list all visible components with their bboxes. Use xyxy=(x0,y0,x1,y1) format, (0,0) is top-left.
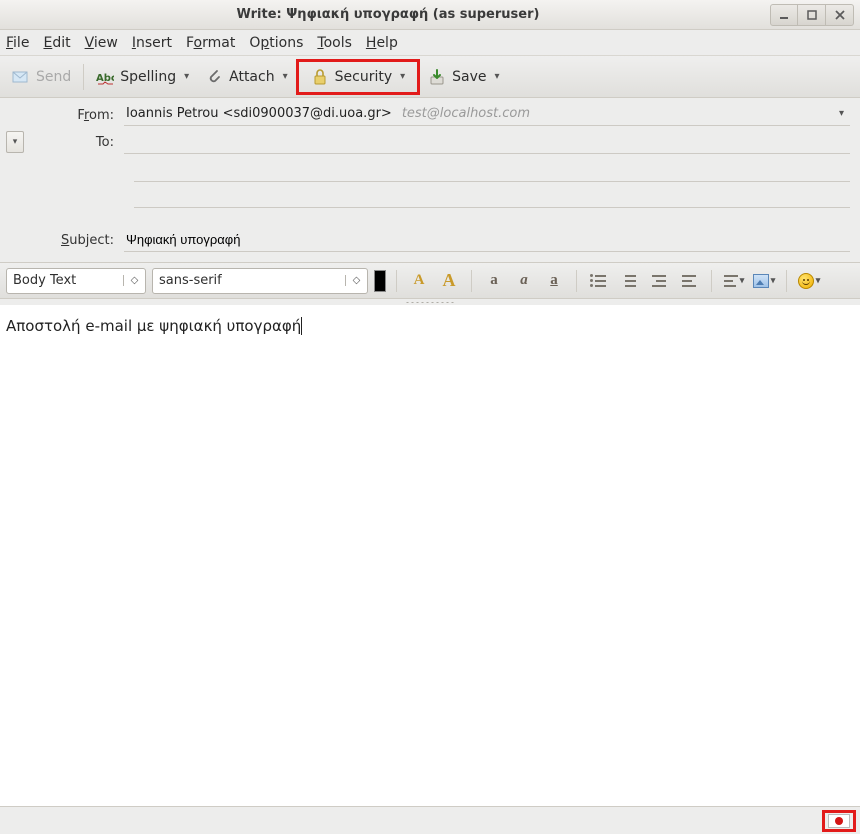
main-toolbar: Send Abc Spelling ▾ Attach ▾ Security ▾ … xyxy=(0,56,860,98)
menu-options[interactable]: Options xyxy=(249,35,303,51)
save-icon xyxy=(428,68,446,86)
menu-edit[interactable]: Edit xyxy=(43,35,70,51)
chevron-down-icon: ▾ xyxy=(283,71,288,82)
outdent-icon xyxy=(652,274,666,288)
menu-tools[interactable]: Tools xyxy=(317,35,352,51)
outdent-button[interactable] xyxy=(647,269,671,293)
format-separator xyxy=(711,270,712,292)
language-indicator-highlight-box xyxy=(822,810,856,832)
security-button[interactable]: Security ▾ xyxy=(303,64,414,90)
numbered-list-icon xyxy=(622,274,636,288)
titlebar: Write: Ψηφιακή υπογραφή (as superuser) xyxy=(0,0,860,30)
format-toolbar: Body Text ◇ sans-serif ◇ A A a a a xyxy=(0,263,860,299)
window-title: Write: Ψηφιακή υπογραφή (as superuser) xyxy=(6,7,770,22)
to-label: To: xyxy=(24,135,124,150)
address-line[interactable] xyxy=(134,164,850,182)
maximize-button[interactable] xyxy=(798,4,826,26)
chevron-down-icon: ▾ xyxy=(839,108,848,119)
chevron-up-down-icon: ◇ xyxy=(123,275,139,286)
menu-format[interactable]: Format xyxy=(186,35,235,51)
security-highlight-box: Security ▾ xyxy=(296,59,421,95)
compose-headers: From: Ioannis Petrou <sdi0900037@di.uoa.… xyxy=(0,98,860,263)
minimize-button[interactable] xyxy=(770,4,798,26)
font-family-value: sans-serif xyxy=(159,273,339,288)
to-field[interactable] xyxy=(124,130,850,154)
send-button[interactable]: Send xyxy=(4,64,79,90)
message-body[interactable]: Αποστολή e-mail με ψηφιακή υπογραφή xyxy=(0,305,860,799)
numbered-list-button[interactable] xyxy=(617,269,641,293)
chevron-down-icon: ▾ xyxy=(400,71,405,82)
subject-row: Subject: xyxy=(0,226,860,254)
language-indicator[interactable] xyxy=(828,814,850,828)
menubar: File Edit View Insert Format Options Too… xyxy=(0,30,860,56)
bullet-list-icon xyxy=(592,274,606,288)
from-row: From: Ioannis Petrou <sdi0900037@di.uoa.… xyxy=(0,102,860,128)
flag-dot-icon xyxy=(835,817,843,825)
menu-view[interactable]: View xyxy=(85,35,118,51)
send-label: Send xyxy=(36,69,71,85)
chevron-up-down-icon: ◇ xyxy=(345,275,361,286)
bold-button[interactable]: a xyxy=(482,269,506,293)
text-cursor xyxy=(301,317,302,335)
save-label: Save xyxy=(452,69,486,85)
indent-icon xyxy=(682,274,696,288)
from-value: Ioannis Petrou <sdi0900037@di.uoa.gr> xyxy=(126,106,392,121)
to-row: ▾ To: xyxy=(0,128,860,156)
spellcheck-icon: Abc xyxy=(96,68,114,86)
send-icon xyxy=(12,68,30,86)
attach-label: Attach xyxy=(229,69,274,85)
window-controls xyxy=(770,4,854,26)
italic-button[interactable]: a xyxy=(512,269,536,293)
save-button[interactable]: Save ▾ xyxy=(420,64,507,90)
statusbar xyxy=(0,806,860,834)
subject-label: Subject: xyxy=(0,233,124,248)
spelling-button[interactable]: Abc Spelling ▾ xyxy=(88,64,197,90)
chevron-down-icon: ▾ xyxy=(184,71,189,82)
close-button[interactable] xyxy=(826,4,854,26)
body-text: Αποστολή e-mail με ψηφιακή υπογραφή xyxy=(6,317,301,335)
subject-field[interactable] xyxy=(124,228,850,252)
insert-image-dropdown[interactable] xyxy=(752,269,776,293)
underline-button[interactable]: a xyxy=(542,269,566,293)
format-separator xyxy=(471,270,472,292)
menu-help[interactable]: Help xyxy=(366,35,398,51)
paragraph-style-dropdown[interactable]: Body Text ◇ xyxy=(6,268,146,294)
font-family-dropdown[interactable]: sans-serif ◇ xyxy=(152,268,368,294)
toolbar-separator xyxy=(83,64,84,90)
indent-button[interactable] xyxy=(677,269,701,293)
extra-recipient-lines xyxy=(134,164,850,208)
image-icon xyxy=(753,274,769,288)
format-separator xyxy=(576,270,577,292)
bullet-list-button[interactable] xyxy=(587,269,611,293)
spelling-label: Spelling xyxy=(120,69,176,85)
format-separator xyxy=(396,270,397,292)
text-align-dropdown[interactable] xyxy=(722,269,746,293)
align-left-icon xyxy=(724,275,738,287)
menu-file[interactable]: File xyxy=(6,35,29,51)
format-separator xyxy=(786,270,787,292)
insert-emoticon-dropdown[interactable] xyxy=(797,269,821,293)
from-dropdown[interactable]: Ioannis Petrou <sdi0900037@di.uoa.gr> te… xyxy=(124,104,850,126)
from-extra: test@localhost.com xyxy=(402,106,530,121)
font-size-decrease-button[interactable]: A xyxy=(407,269,431,293)
smiley-icon xyxy=(798,273,814,289)
lock-icon xyxy=(311,68,329,86)
security-label: Security xyxy=(335,69,393,85)
menu-insert[interactable]: Insert xyxy=(132,35,172,51)
font-size-increase-button[interactable]: A xyxy=(437,269,461,293)
paragraph-style-value: Body Text xyxy=(13,273,117,288)
attach-button[interactable]: Attach ▾ xyxy=(197,64,296,90)
paperclip-icon xyxy=(205,68,223,86)
recipient-type-dropdown[interactable]: ▾ xyxy=(6,131,24,153)
text-color-button[interactable] xyxy=(374,270,386,292)
chevron-down-icon: ▾ xyxy=(495,71,500,82)
address-line[interactable] xyxy=(134,190,850,208)
from-label: From: xyxy=(0,108,124,123)
